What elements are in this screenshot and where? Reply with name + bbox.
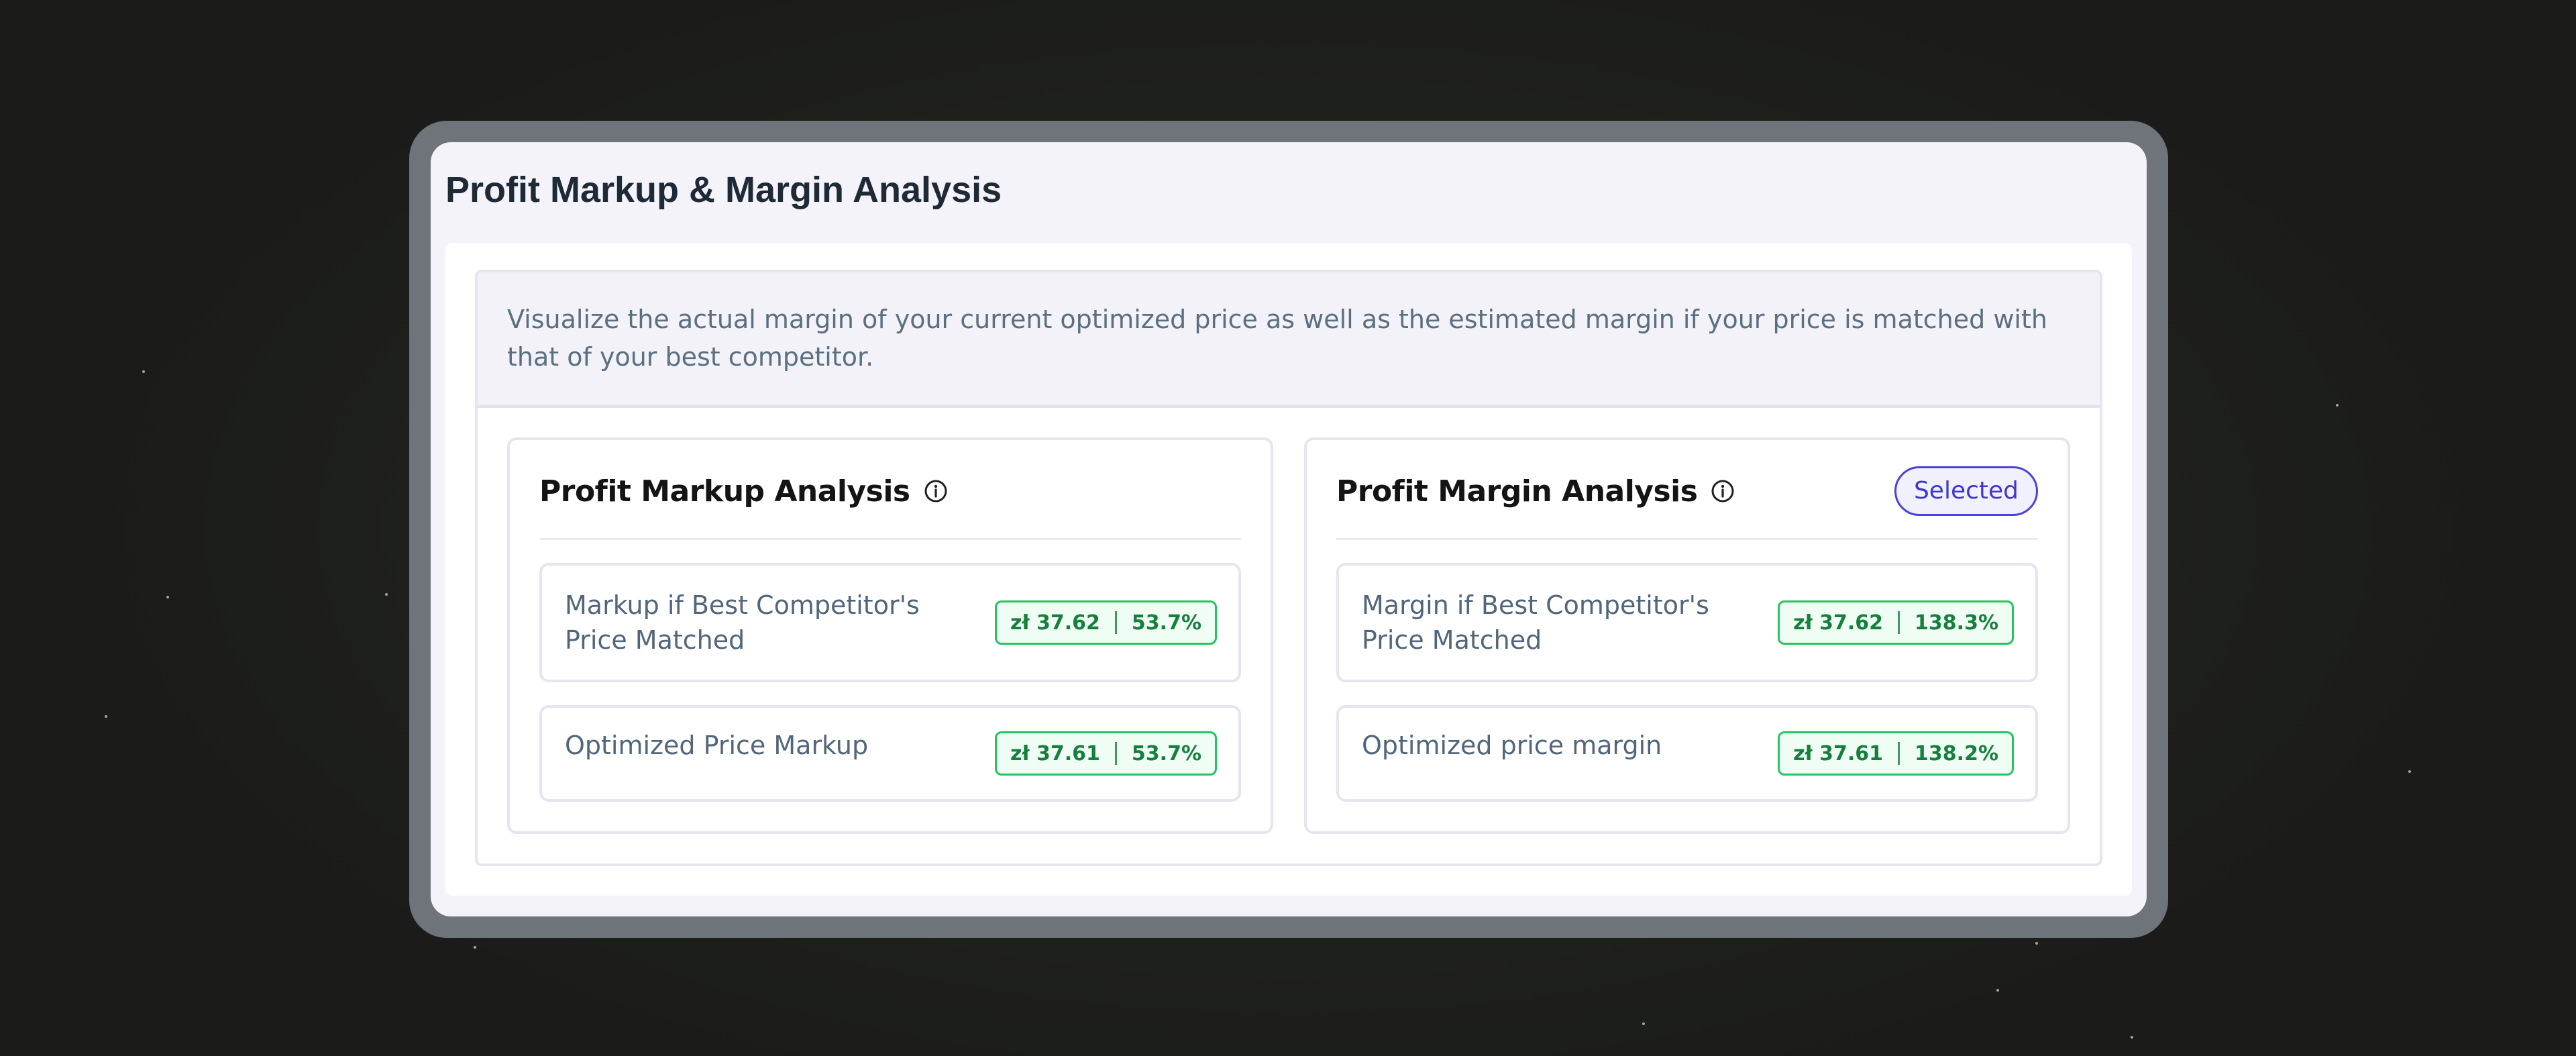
cards-row: Profit Markup Analysis Markup if Best Co…: [478, 408, 2100, 863]
window-frame: Profit Markup & Margin Analysis Visualiz…: [409, 121, 2168, 938]
percent-value: 53.7%: [1131, 741, 1201, 765]
background-star: [166, 596, 169, 598]
analysis-window: Profit Markup & Margin Analysis Visualiz…: [431, 142, 2147, 916]
card-title: Profit Margin Analysis: [1336, 474, 1698, 509]
list-item: Markup if Best Competitor's Price Matche…: [539, 563, 1241, 682]
content-panel: Visualize the actual margin of your curr…: [445, 243, 2132, 896]
background-star: [2408, 770, 2411, 773]
analysis-container: Visualize the actual margin of your curr…: [475, 270, 2102, 866]
background-star: [2035, 942, 2038, 945]
row-label: Optimized Price Markup: [565, 731, 869, 760]
background-star: [105, 715, 107, 718]
info-circle-icon[interactable]: [924, 479, 948, 503]
card-title: Profit Markup Analysis: [539, 474, 910, 509]
pill-divider: [1898, 611, 1900, 634]
price-value: zł 37.62: [1793, 611, 1884, 635]
value-badge: zł 37.62 53.7%: [994, 600, 1217, 645]
background-star: [2336, 404, 2339, 407]
background-star: [385, 593, 388, 596]
description-text: Visualize the actual margin of your curr…: [478, 272, 2100, 408]
list-item: Margin if Best Competitor's Price Matche…: [1336, 563, 2038, 682]
pill-divider: [1114, 742, 1117, 765]
list-item: Optimized Price Markup zł 37.61 53.7%: [539, 705, 1241, 802]
background-star: [1996, 989, 1999, 992]
value-badge: zł 37.61 53.7%: [994, 731, 1217, 776]
background-star: [474, 946, 476, 949]
value-badge: zł 37.61 138.2%: [1778, 731, 2014, 776]
row-label: Markup if Best Competitor's Price Matche…: [565, 590, 920, 655]
card-header: Profit Markup Analysis: [539, 467, 1241, 540]
info-circle-icon[interactable]: [1711, 479, 1735, 503]
markup-analysis-card[interactable]: Profit Markup Analysis Markup if Best Co…: [507, 437, 1273, 834]
percent-value: 53.7%: [1131, 611, 1201, 635]
pill-divider: [1898, 742, 1900, 765]
price-value: zł 37.62: [1010, 611, 1100, 635]
value-badge: zł 37.62 138.3%: [1778, 600, 2014, 645]
pill-divider: [1114, 611, 1117, 634]
price-value: zł 37.61: [1793, 741, 1884, 765]
price-value: zł 37.61: [1010, 741, 1100, 765]
percent-value: 138.3%: [1915, 611, 1998, 635]
page-title: Profit Markup & Margin Analysis: [445, 170, 1002, 210]
list-item: Optimized price margin zł 37.61 138.2%: [1336, 705, 2038, 802]
background-star: [142, 370, 145, 373]
row-label: Optimized price margin: [1362, 731, 1662, 760]
background-star: [2131, 1036, 2133, 1039]
card-header: Profit Margin Analysis Selected: [1336, 466, 2038, 540]
background-star: [1642, 1022, 1645, 1025]
percent-value: 138.2%: [1915, 741, 1998, 765]
row-label: Margin if Best Competitor's Price Matche…: [1362, 590, 1709, 655]
selected-badge: Selected: [1894, 466, 2038, 516]
margin-analysis-card[interactable]: Profit Margin Analysis Selected Margin i…: [1304, 437, 2070, 834]
